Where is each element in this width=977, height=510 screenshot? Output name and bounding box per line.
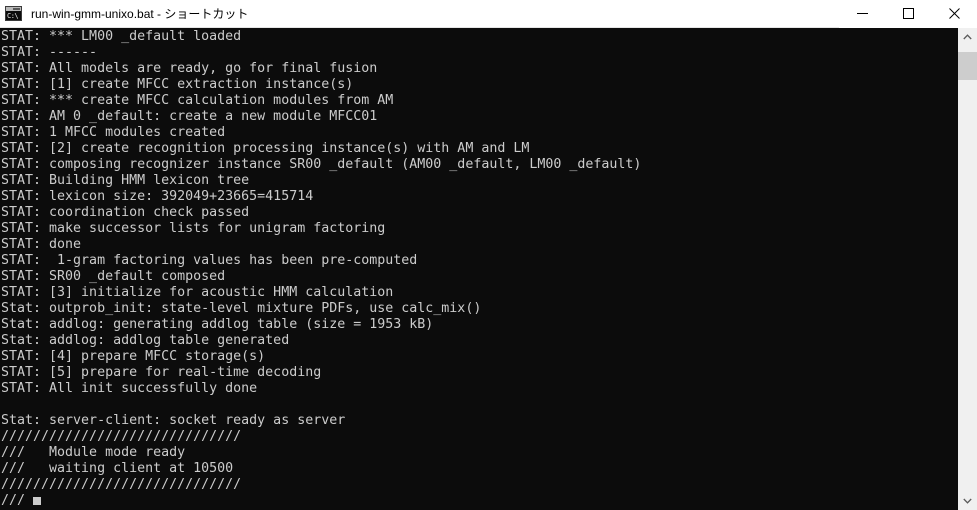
console-window: C:\ run-win-gmm-unixo.bat - ショートカット STAT… xyxy=(0,0,977,510)
scrollbar-track[interactable] xyxy=(958,46,977,492)
close-icon xyxy=(948,8,960,19)
window-controls xyxy=(839,0,977,28)
cmd-console-icon: C:\ xyxy=(5,6,22,21)
vertical-scrollbar[interactable] xyxy=(957,28,977,510)
chevron-up-icon xyxy=(963,34,972,40)
icon-window-buttons xyxy=(13,8,20,10)
maximize-button[interactable] xyxy=(885,0,931,28)
minimize-icon xyxy=(856,13,868,14)
scrollbar-down-button[interactable] xyxy=(958,492,977,510)
icon-prompt-text: C:\ xyxy=(7,12,19,20)
minimize-button[interactable] xyxy=(839,0,885,28)
text-cursor xyxy=(33,497,42,505)
window-body: STAT: *** LM00 _default loaded STAT: ---… xyxy=(0,28,977,510)
console-output-area[interactable]: STAT: *** LM00 _default loaded STAT: ---… xyxy=(0,28,957,510)
window-title: run-win-gmm-unixo.bat - ショートカット xyxy=(31,7,249,21)
scrollbar-thumb[interactable] xyxy=(958,52,977,80)
console-text: STAT: *** LM00 _default loaded STAT: ---… xyxy=(1,29,642,508)
title-bar[interactable]: C:\ run-win-gmm-unixo.bat - ショートカット xyxy=(0,0,977,28)
scrollbar-up-button[interactable] xyxy=(958,28,977,46)
chevron-down-icon xyxy=(963,498,972,504)
close-button[interactable] xyxy=(931,0,977,28)
maximize-icon xyxy=(902,8,914,19)
